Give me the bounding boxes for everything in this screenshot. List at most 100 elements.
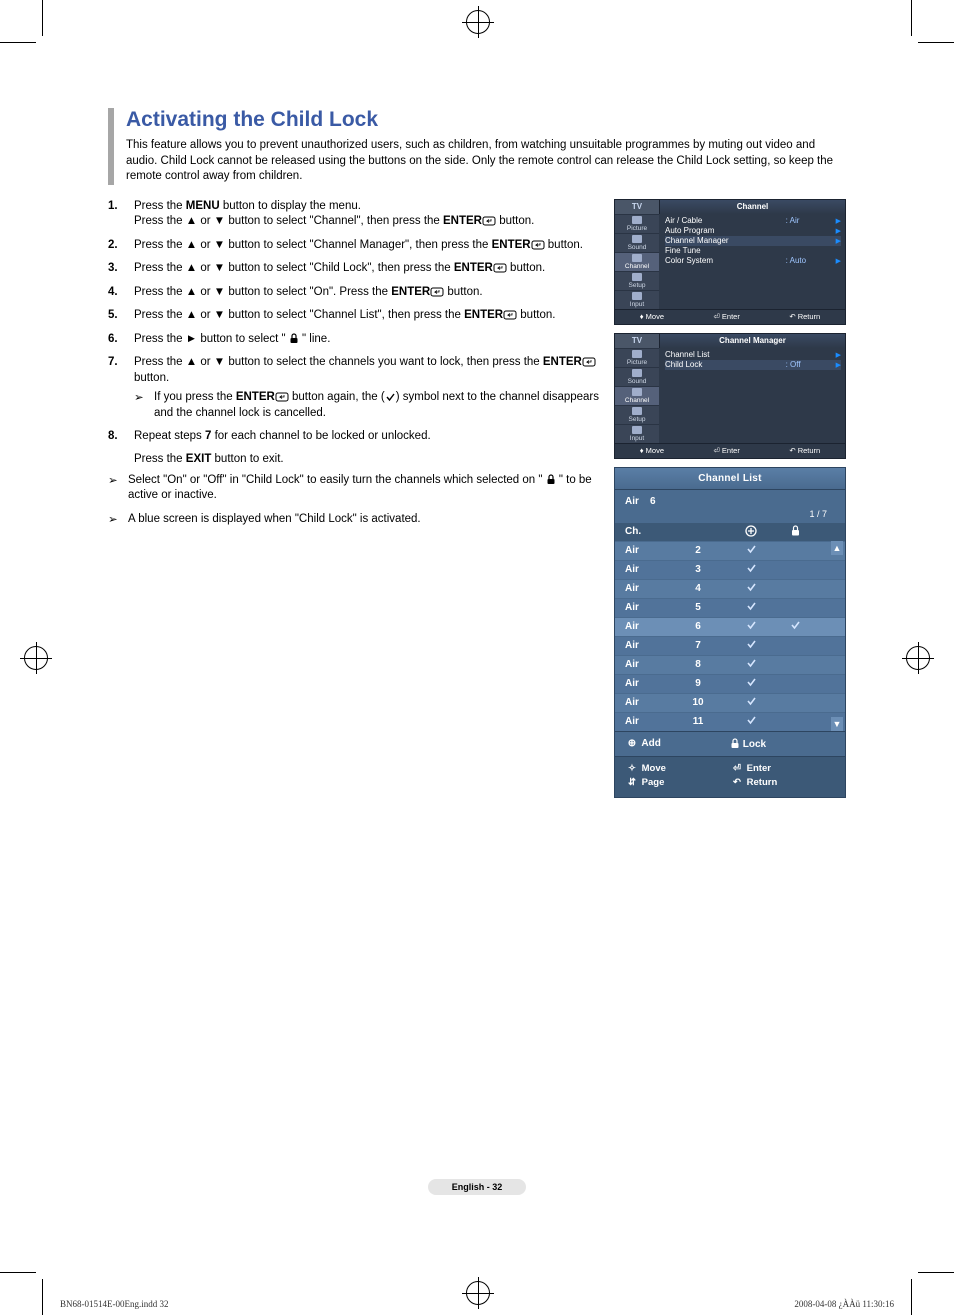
print-footer: BN68-01514E-00Eng.indd 32 2008-04-08 ¿ÀÀ… — [60, 1299, 894, 1309]
print-filename: BN68-01514E-00Eng.indd 32 — [60, 1299, 169, 1309]
row-number: 6 — [669, 621, 727, 632]
osd-tv-tab: TV — [615, 200, 660, 214]
plus-icon — [745, 525, 757, 537]
registration-mark-icon — [906, 646, 930, 670]
action-add: ⊕ Add — [625, 738, 730, 750]
osd-channel-manager: TV Channel Manager Picture Sound Channel… — [614, 333, 846, 459]
osd-tv-tab: TV — [615, 334, 660, 348]
channel-list-pager: 1 / 7 — [615, 509, 845, 523]
channel-row: Air7 — [615, 636, 845, 655]
row-number: 5 — [669, 602, 727, 613]
page-icon: ⇵ — [625, 777, 639, 788]
channel-list-actions: ⊕ Add Lock — [615, 731, 845, 756]
row-air: Air — [625, 545, 669, 556]
row-air: Air — [625, 602, 669, 613]
channel-list-header: Ch. — [615, 523, 845, 541]
step-2: 2. Press the ▲ or ▼ button to select "Ch… — [108, 238, 602, 254]
page-number: English - 32 — [428, 1179, 527, 1195]
osd-foot-enter: ⏎ Enter — [714, 312, 740, 321]
lock-icon — [289, 333, 299, 344]
channel-row: Air5 — [615, 598, 845, 617]
channel-list-current: Air 6 — [615, 490, 845, 509]
row-number: 4 — [669, 583, 727, 594]
step-7-sub: ➢ If you press the ENTER button again, t… — [134, 390, 602, 421]
channel-list-title: Channel List — [615, 468, 845, 490]
enter-icon: ⏎ — [730, 763, 744, 774]
chevron-right-icon: ▶ — [836, 217, 841, 225]
crop-mark — [0, 1272, 36, 1273]
channel-row: Air3 — [615, 560, 845, 579]
sound-icon — [632, 369, 642, 377]
note-2: ➢ A blue screen is displayed when "Child… — [108, 512, 602, 528]
row-added — [727, 696, 775, 709]
row-number: 7 — [669, 640, 727, 651]
exit-line: Press the EXIT button to exit. — [108, 453, 602, 465]
row-added — [727, 582, 775, 595]
setup-icon — [632, 273, 642, 281]
row-number: 2 — [669, 545, 727, 556]
chevron-right-icon: ▶ — [836, 361, 841, 369]
enter-icon — [531, 240, 545, 250]
step-8: 8. Repeat steps 7 for each channel to be… — [108, 429, 602, 445]
channel-icon — [632, 388, 642, 396]
channel-row: Air11 — [615, 712, 845, 731]
row-number: 8 — [669, 659, 727, 670]
enter-icon — [493, 263, 507, 273]
print-timestamp: 2008-04-08 ¿ÀÀü 11:30:16 — [794, 1299, 894, 1309]
row-air: Air — [625, 621, 669, 632]
row-air: Air — [625, 716, 669, 727]
note-arrow-icon: ➢ — [134, 391, 144, 407]
row-air: Air — [625, 564, 669, 575]
foot-return: ↶ Return — [730, 777, 835, 788]
crop-mark — [42, 1279, 43, 1315]
enter-icon — [582, 357, 596, 367]
osd-title: Channel — [660, 200, 845, 214]
crop-mark — [42, 0, 43, 36]
osd-foot-move: ♦ Move — [640, 312, 664, 321]
step-1: 1. Press the MENU button to display the … — [108, 199, 602, 230]
crop-mark — [918, 1272, 954, 1273]
sound-icon — [632, 235, 642, 243]
steps-list: 1. Press the MENU button to display the … — [108, 199, 602, 445]
row-added — [727, 563, 775, 576]
registration-mark-icon — [24, 646, 48, 670]
foot-page: ⇵ Page — [625, 777, 730, 788]
input-icon — [632, 292, 642, 300]
note-1: ➢ Select "On" or "Off" in "Child Lock" t… — [108, 473, 602, 504]
crop-mark — [918, 42, 954, 43]
note-arrow-icon: ➢ — [108, 513, 118, 529]
chevron-right-icon: ▶ — [836, 237, 841, 245]
input-icon — [632, 426, 642, 434]
row-air: Air — [625, 583, 669, 594]
step-4: 4. Press the ▲ or ▼ button to select "On… — [108, 285, 602, 301]
registration-mark-icon — [466, 10, 490, 34]
lock-icon — [546, 474, 556, 485]
row-number: 10 — [669, 697, 727, 708]
row-added — [727, 658, 775, 671]
plus-icon: ⊕ — [625, 738, 639, 749]
chevron-right-icon: ▶ — [836, 227, 841, 235]
osd-sidebar: Picture Sound Channel Setup Input — [615, 214, 659, 309]
foot-move: ✧ Move — [625, 763, 730, 774]
channel-row: Air4 — [615, 579, 845, 598]
step-3: 3. Press the ▲ or ▼ button to select "Ch… — [108, 261, 602, 277]
row-air: Air — [625, 697, 669, 708]
enter-icon — [275, 392, 289, 402]
row-added — [727, 620, 775, 633]
osd-foot-return: ↶ Return — [789, 312, 820, 321]
scroll-up-icon: ▲ — [831, 541, 843, 555]
enter-icon — [482, 216, 496, 226]
picture-icon — [632, 216, 642, 224]
row-air: Air — [625, 678, 669, 689]
note-arrow-icon: ➢ — [108, 474, 118, 490]
row-number: 11 — [669, 716, 727, 727]
step-6: 6. Press the ► button to select " " line… — [108, 332, 602, 348]
row-air: Air — [625, 640, 669, 651]
lock-icon — [730, 738, 740, 749]
heading-block: Activating the Child Lock This feature a… — [108, 108, 846, 185]
row-added — [727, 601, 775, 614]
osd-foot-move: ♦ Move — [640, 446, 664, 455]
page-heading: Activating the Child Lock — [126, 108, 846, 132]
setup-icon — [632, 407, 642, 415]
channel-row: Air9 — [615, 674, 845, 693]
